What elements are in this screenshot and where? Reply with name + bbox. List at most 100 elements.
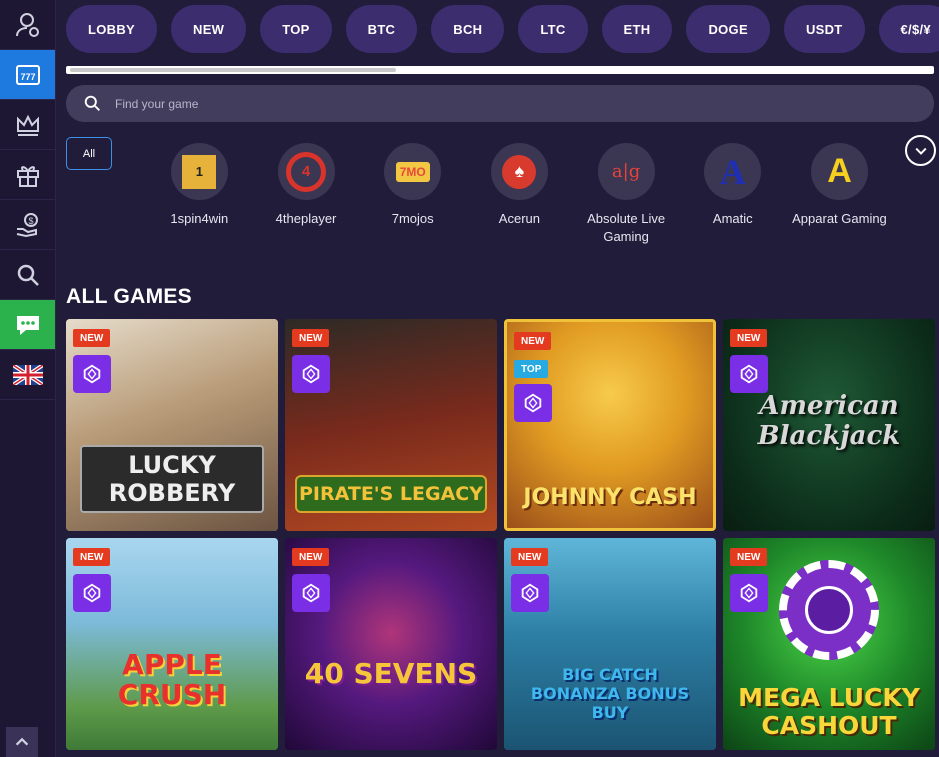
game-title: APPLE CRUSH — [117, 648, 227, 711]
money-hand-icon: $ — [16, 212, 38, 237]
provider-name: 4theplayer — [275, 211, 337, 226]
new-badge: NEW — [511, 548, 549, 566]
provider-logo-mark: 1 — [182, 154, 217, 189]
main-content: LOBBY NEW TOP BTC BCH LTC ETH DOGE USDT … — [56, 0, 939, 757]
scrollbar-thumb[interactable] — [70, 68, 396, 72]
chevron-down-icon — [914, 147, 927, 155]
expand-providers-button[interactable] — [905, 135, 936, 166]
game-card[interactable]: NEW TOP JOHNNY CASH — [504, 319, 716, 531]
new-badge: NEW — [73, 329, 111, 347]
game-card[interactable]: NEW APPLE CRUSH — [66, 538, 278, 750]
game-card[interactable]: NEW 40 SEVENS — [285, 538, 497, 750]
sidebar-item-account[interactable] — [0, 0, 55, 50]
provider-logo: A — [810, 143, 868, 200]
gem-icon — [292, 355, 330, 393]
provider-logo-mark: a|g — [611, 161, 641, 182]
provider-logo-mark: 4 — [286, 151, 327, 192]
gem-icon — [511, 574, 549, 612]
chevron-up-icon — [15, 737, 29, 746]
game-title: PIRATE'S LEGACY — [295, 475, 487, 513]
new-badge: NEW — [292, 548, 330, 566]
tab-new[interactable]: NEW — [171, 5, 247, 53]
game-artwork — [66, 538, 278, 750]
chat-icon — [16, 315, 39, 335]
tab-ltc[interactable]: LTC — [518, 5, 588, 53]
game-card[interactable]: NEW MEGA LUCKY CASHOUT — [723, 538, 935, 750]
sidebar-item-slots[interactable]: 777 — [0, 50, 55, 100]
sidebar: 777 $ — [0, 0, 56, 757]
sidebar-item-cashier[interactable]: $ — [0, 200, 55, 250]
search-input[interactable] — [115, 96, 815, 111]
provider-logo-mark: A — [827, 152, 852, 190]
provider-name: Absolute Live Gaming — [587, 211, 666, 244]
sidebar-item-search[interactable] — [0, 250, 55, 300]
provider-item[interactable]: A Amatic — [679, 143, 786, 246]
provider-logo: 1 — [170, 143, 228, 200]
game-title: 40 SEVENS — [304, 657, 478, 690]
svg-text:$: $ — [28, 216, 33, 226]
provider-item[interactable]: 1 1spin4win — [146, 143, 253, 246]
provider-logo: A — [704, 143, 762, 200]
sidebar-item-vip[interactable] — [0, 100, 55, 150]
search-bar[interactable] — [66, 85, 934, 122]
new-badge: NEW — [73, 548, 111, 566]
game-title: BIG CATCH BONANZA BONUS BUY — [530, 665, 690, 722]
gem-icon — [730, 355, 768, 393]
game-grid: NEW LUCKY ROBBERY NEW PIRATE'S LEGACY NE… — [66, 319, 935, 750]
provider-name: 7mojos — [391, 211, 434, 226]
provider-item[interactable]: ♠ Acerun — [466, 143, 573, 246]
game-card[interactable]: NEW LUCKY ROBBERY — [66, 319, 278, 531]
game-title: American Blackjack — [757, 391, 901, 451]
gem-icon — [514, 384, 552, 422]
sidebar-item-language[interactable] — [0, 350, 55, 400]
gift-icon — [16, 165, 39, 187]
provider-item[interactable]: 4 4theplayer — [253, 143, 360, 246]
game-card[interactable]: NEW BIG CATCH BONANZA BONUS BUY — [504, 538, 716, 750]
provider-name: Acerun — [498, 211, 540, 226]
category-tabs: LOBBY NEW TOP BTC BCH LTC ETH DOGE USDT … — [66, 5, 939, 53]
sidebar-item-chat[interactable] — [0, 300, 55, 350]
provider-logo-mark: ♠ — [502, 154, 537, 189]
scroll-to-top-button[interactable] — [6, 727, 38, 757]
new-badge: NEW — [730, 548, 768, 566]
new-badge: NEW — [730, 329, 768, 347]
filter-all-button[interactable]: All — [66, 137, 112, 170]
game-title: MEGA LUCKY CASHOUT — [738, 683, 920, 740]
tab-top[interactable]: TOP — [260, 5, 332, 53]
gem-icon — [73, 574, 111, 612]
game-card[interactable]: NEW PIRATE'S LEGACY — [285, 319, 497, 531]
crown-icon — [16, 114, 39, 136]
provider-logo: 4 — [277, 143, 335, 200]
tab-doge[interactable]: DOGE — [686, 5, 770, 53]
chip-center — [805, 586, 853, 634]
sidebar-item-promotions[interactable] — [0, 150, 55, 200]
game-title: JOHNNY CASH — [523, 485, 697, 510]
provider-logo-mark: A — [719, 151, 746, 192]
tab-lobby[interactable]: LOBBY — [66, 5, 157, 53]
search-icon — [17, 264, 39, 286]
top-badge: TOP — [514, 360, 549, 378]
provider-item[interactable]: A Apparat Gaming — [786, 143, 893, 246]
gem-icon — [730, 574, 768, 612]
tab-eth[interactable]: ETH — [601, 5, 673, 53]
new-badge: NEW — [292, 329, 330, 347]
provider-name: Apparat Gaming — [792, 211, 887, 226]
provider-name: 1spin4win — [170, 211, 229, 226]
game-card[interactable]: NEW American Blackjack — [723, 319, 935, 531]
provider-logo: ♠ — [490, 143, 548, 200]
search-icon — [84, 95, 100, 111]
provider-logo: a|g — [597, 143, 655, 200]
game-artwork — [285, 538, 497, 750]
svg-text:777: 777 — [20, 72, 35, 82]
tab-btc[interactable]: BTC — [345, 5, 418, 53]
tab-usdt[interactable]: USDT — [783, 5, 865, 53]
gem-icon — [292, 574, 330, 612]
provider-item[interactable]: 7MO 7mojos — [359, 143, 466, 246]
provider-list: 1 1spin4win 4 4theplayer 7MO 7mojos ♠ Ac… — [146, 143, 893, 246]
tab-fiat[interactable]: €/$/¥ — [878, 5, 939, 53]
slot-machine-icon: 777 — [15, 64, 40, 85]
provider-item[interactable]: a|g Absolute Live Gaming — [573, 143, 680, 246]
tab-bch[interactable]: BCH — [431, 5, 505, 53]
category-scrollbar[interactable] — [66, 66, 934, 74]
gem-icon — [73, 355, 111, 393]
